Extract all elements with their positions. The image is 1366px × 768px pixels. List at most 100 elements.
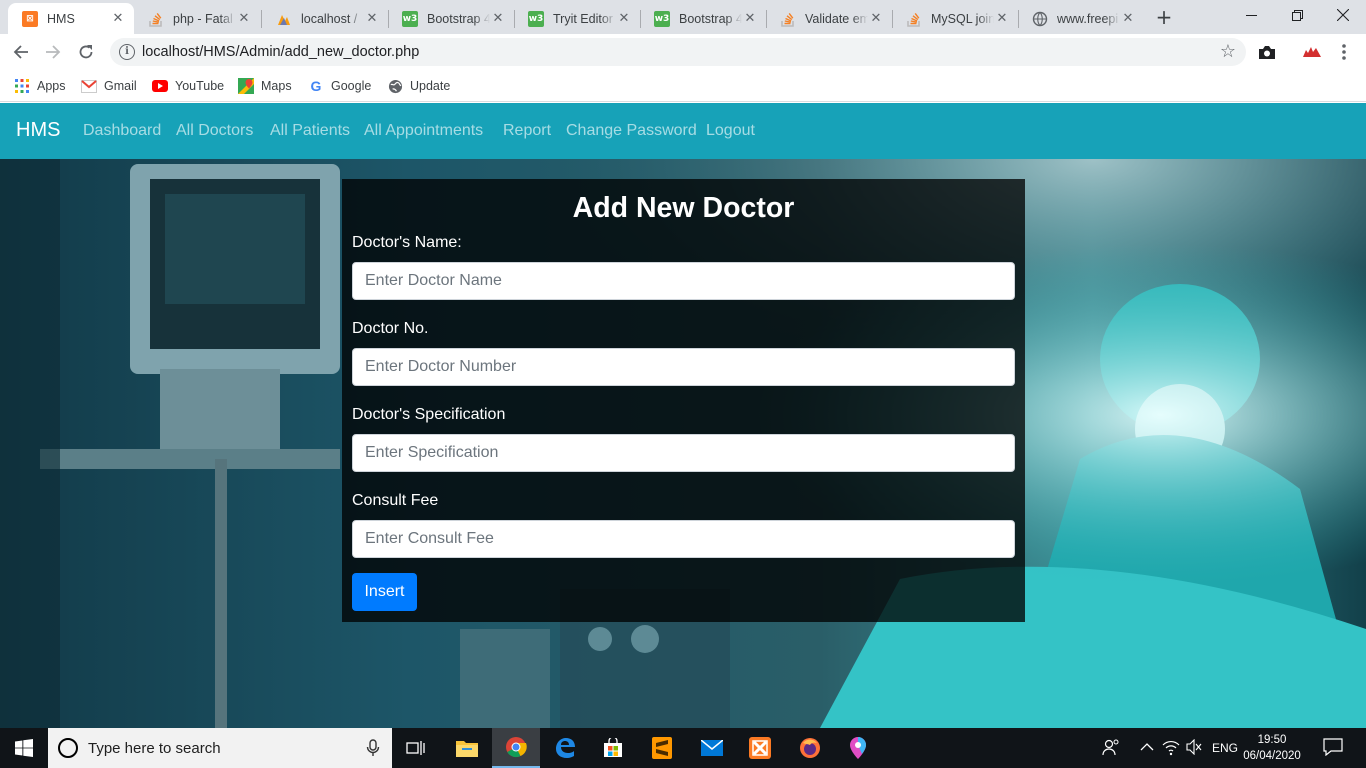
windows-taskbar: Type here to search ENG 19:50 06/04/2020: [0, 728, 1366, 768]
doctor-specification-label: Doctor's Specification: [352, 406, 506, 423]
consult-fee-input[interactable]: [352, 520, 1015, 558]
forward-button[interactable]: [41, 40, 65, 64]
url-text[interactable]: localhost/HMS/Admin/add_new_doctor.php: [142, 44, 419, 60]
minimize-button[interactable]: [1228, 0, 1274, 30]
close-tab-icon[interactable]: ✕: [994, 11, 1010, 27]
close-tab-icon[interactable]: ✕: [868, 11, 884, 27]
system-clock[interactable]: 19:50 06/04/2020: [1240, 732, 1304, 764]
nav-link-all-appointments[interactable]: All Appointments: [364, 122, 483, 140]
stackoverflow-icon: [148, 11, 164, 27]
browser-tab[interactable]: w3 Bootstrap 4 ✕: [388, 3, 514, 34]
globe-icon: [1032, 11, 1048, 27]
show-hidden-icons-chevron-icon[interactable]: [1140, 741, 1154, 755]
close-tab-icon[interactable]: ✕: [616, 11, 632, 27]
doctor-specification-input[interactable]: [352, 434, 1015, 472]
firefox-icon[interactable]: [786, 728, 834, 768]
close-tab-icon[interactable]: ✕: [742, 11, 758, 27]
bookmark-star-icon[interactable]: ☆: [1220, 41, 1236, 62]
people-icon[interactable]: [1102, 738, 1120, 759]
maps-icon: [238, 78, 254, 94]
close-tab-icon[interactable]: ✕: [236, 11, 252, 27]
browser-tab-hms[interactable]: ⊠ HMS ✕: [8, 3, 134, 34]
sublime-text-icon[interactable]: [638, 728, 686, 768]
doctor-number-input[interactable]: [352, 348, 1015, 386]
wifi-icon[interactable]: [1162, 738, 1180, 759]
bookmark-apps[interactable]: Apps: [14, 76, 66, 96]
extension-icon[interactable]: [1302, 42, 1322, 62]
browser-toolbar: i localhost/HMS/Admin/add_new_doctor.php…: [0, 34, 1366, 70]
new-tab-button[interactable]: +: [1153, 6, 1175, 28]
mail-icon[interactable]: [688, 728, 736, 768]
chrome-icon[interactable]: [492, 728, 540, 768]
doctor-number-label: Doctor No.: [352, 320, 429, 337]
apps-grid-icon: [14, 78, 30, 94]
doctor-name-input[interactable]: [352, 262, 1015, 300]
store-icon[interactable]: [589, 728, 637, 768]
nav-link-all-patients[interactable]: All Patients: [270, 122, 350, 140]
site-navbar: HMS Dashboard All Doctors All Patients A…: [0, 103, 1366, 159]
microphone-icon[interactable]: [364, 739, 382, 757]
page-viewport: HMS Dashboard All Doctors All Patients A…: [0, 103, 1366, 728]
nav-link-logout[interactable]: Logout: [706, 122, 755, 140]
youtube-icon: [152, 78, 168, 94]
language-indicator[interactable]: ENG: [1212, 741, 1238, 755]
add-doctor-form-card: Add New Doctor Doctor's Name: Doctor No.…: [342, 179, 1025, 622]
doctor-name-label: Doctor's Name:: [352, 234, 462, 251]
browser-tab-strip: ⊠ HMS ✕ php - Fatal ✕ localhost / ✕ w3 B…: [0, 0, 1366, 34]
close-tab-icon[interactable]: ✕: [364, 11, 380, 27]
site-info-icon[interactable]: i: [119, 44, 135, 60]
back-button[interactable]: [9, 40, 33, 64]
stackoverflow-icon: [780, 11, 796, 27]
bookmark-maps[interactable]: Maps: [238, 76, 292, 96]
browser-tab[interactable]: w3 Tryit Editor ✕: [514, 3, 640, 34]
edge-icon[interactable]: [541, 728, 589, 768]
w3schools-icon: w3: [654, 10, 670, 27]
menu-icon[interactable]: [1334, 42, 1354, 62]
w3schools-icon: w3: [528, 10, 544, 27]
clock-time: 19:50: [1257, 734, 1287, 746]
taskbar-search-box[interactable]: Type here to search: [48, 728, 392, 768]
notifications-icon[interactable]: [1323, 738, 1343, 759]
gmail-icon: [81, 78, 97, 94]
camera-icon[interactable]: [1257, 42, 1277, 62]
nav-link-change-password[interactable]: Change Password: [566, 122, 697, 140]
bookmarks-bar: Apps Gmail YouTube Maps G Google Update: [0, 70, 1366, 102]
browser-tab[interactable]: MySQL join ✕: [892, 3, 1018, 34]
volume-muted-icon[interactable]: [1186, 738, 1202, 758]
address-bar[interactable]: i localhost/HMS/Admin/add_new_doctor.php…: [110, 38, 1246, 66]
bookmark-gmail[interactable]: Gmail: [81, 76, 137, 96]
maps-app-icon[interactable]: [834, 728, 882, 768]
file-explorer-icon[interactable]: [443, 728, 491, 768]
start-button[interactable]: [0, 728, 48, 768]
xampp-taskbar-icon[interactable]: [736, 728, 784, 768]
form-title: Add New Doctor: [572, 192, 795, 224]
insert-button[interactable]: Insert: [352, 573, 417, 611]
bookmark-update[interactable]: Update: [387, 76, 450, 96]
browser-tab[interactable]: w3 Bootstrap 4 ✕: [640, 3, 766, 34]
task-view-icon[interactable]: [392, 728, 440, 768]
nav-link-dashboard[interactable]: Dashboard: [83, 122, 161, 140]
close-tab-icon[interactable]: ✕: [490, 11, 506, 27]
update-icon: [387, 78, 403, 94]
bookmark-youtube[interactable]: YouTube: [152, 76, 224, 96]
xampp-icon: ⊠: [22, 10, 38, 27]
bookmark-google[interactable]: G Google: [308, 76, 372, 96]
phpmyadmin-icon: [276, 11, 292, 27]
browser-tab[interactable]: php - Fatal ✕: [134, 3, 260, 34]
browser-tab[interactable]: Validate em ✕: [766, 3, 892, 34]
close-tab-icon[interactable]: ✕: [110, 11, 126, 27]
nav-link-all-doctors[interactable]: All Doctors: [176, 122, 253, 140]
w3schools-icon: w3: [402, 10, 418, 27]
nav-link-report[interactable]: Report: [503, 122, 551, 140]
cortana-icon: [58, 738, 78, 758]
close-window-button[interactable]: [1320, 0, 1366, 30]
browser-tab[interactable]: localhost / ✕: [262, 3, 388, 34]
restore-button[interactable]: [1274, 0, 1320, 30]
reload-button[interactable]: [74, 40, 98, 64]
stackoverflow-icon: [906, 11, 922, 27]
close-tab-icon[interactable]: ✕: [1120, 11, 1136, 27]
google-icon: G: [310, 78, 322, 94]
navbar-brand[interactable]: HMS: [16, 119, 60, 142]
consult-fee-label: Consult Fee: [352, 492, 439, 509]
browser-tab[interactable]: www.freepi ✕: [1018, 3, 1144, 34]
